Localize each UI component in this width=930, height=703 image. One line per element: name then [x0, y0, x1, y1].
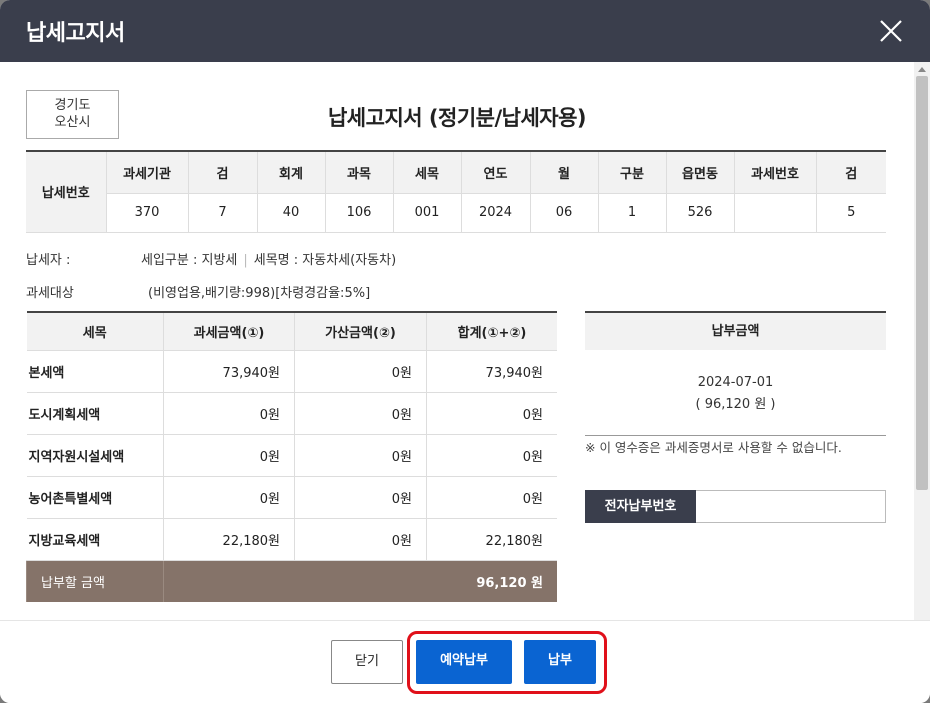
- sum-amount: 0원: [426, 392, 557, 435]
- header-base-amount: 과세금액(①): [163, 312, 295, 351]
- payment-amount-panel: 납부금액 2024-07-01 ( 96,120 원 ): [585, 311, 886, 436]
- separator: |: [243, 253, 248, 268]
- value-account: 40: [256, 193, 325, 233]
- tax-number-value-row: 370 7 40 106 001 2024 06 1 526 5: [26, 193, 886, 233]
- base-amount: 0원: [163, 476, 295, 519]
- close-icon[interactable]: [876, 16, 906, 46]
- table-row: 지역자원시설세액 0원 0원 0원: [26, 434, 557, 477]
- tax-notice-modal: 납세고지서 경기도 오산시 납세고지서 (정기분/납세자용) 납세번호 과세기관…: [0, 0, 930, 703]
- value-tax-office: 370: [105, 193, 188, 233]
- value-category: 1: [597, 193, 666, 233]
- modal-title: 납세고지서: [26, 21, 125, 46]
- vertical-scrollbar[interactable]: [914, 62, 930, 620]
- header-month: 월: [529, 151, 598, 194]
- modal-content: 경기도 오산시 납세고지서 (정기분/납세자용) 납세번호 과세기관 검 회계 …: [0, 62, 914, 620]
- modal-header: 납세고지서: [0, 0, 930, 62]
- target-label: 과세대상: [26, 286, 74, 301]
- header-tax-item: 세목: [392, 151, 461, 194]
- taxpayer-label: 납세자 :: [26, 253, 71, 268]
- extra-amount: 0원: [294, 350, 427, 393]
- base-amount: 0원: [163, 392, 295, 435]
- amount-header-row: 세목 과세금액(①) 가산금액(②) 합계(①+②): [26, 312, 557, 351]
- base-amount: 73,940원: [163, 350, 295, 393]
- header-subject: 과목: [324, 151, 393, 194]
- value-tax-item: 001: [392, 193, 461, 233]
- tax-number-header-row: 납세번호 과세기관 검 회계 과목 세목 연도 월 구분 읍면동 과세번호 검: [26, 151, 886, 233]
- table-row: 농어촌특별세액 0원 0원 0원: [26, 476, 557, 519]
- sum-amount: 73,940원: [426, 350, 557, 393]
- extra-amount: 0원: [294, 392, 427, 435]
- sum-amount: 22,180원: [426, 518, 557, 561]
- header-tax-id: 과세번호: [733, 151, 816, 194]
- tax-number-label: 납세번호: [26, 151, 106, 233]
- value-month: 06: [529, 193, 598, 233]
- sum-amount: 0원: [426, 434, 557, 477]
- header-category: 구분: [597, 151, 666, 194]
- header-extra-amount: 가산금액(②): [294, 312, 427, 351]
- tax-name: 지역자원시설세액: [26, 434, 164, 477]
- extra-amount: 0원: [294, 518, 427, 561]
- header-check-1: 검: [187, 151, 257, 194]
- header-district: 읍면동: [665, 151, 734, 194]
- table-row: 본세액 73,940원 0원 73,940원: [26, 350, 557, 393]
- base-amount: 22,180원: [163, 518, 295, 561]
- sum-amount: 0원: [426, 476, 557, 519]
- payment-amount-header: 납부금액: [585, 311, 886, 350]
- value-district: 526: [665, 193, 734, 233]
- value-year: 2024: [460, 193, 530, 233]
- table-row: 도시계획세액 0원 0원 0원: [26, 392, 557, 435]
- epay-label: 전자납부번호: [585, 490, 696, 523]
- header-check-2: 검: [815, 151, 886, 194]
- value-check-1: 7: [187, 193, 257, 233]
- total-row: 납부할 금액 96,120 원: [26, 560, 557, 602]
- receipt-notice: ※ 이 영수증은 과세증명서로 사용할 수 없습니다.: [585, 440, 842, 455]
- tax-name: 도시계획세액: [26, 392, 164, 435]
- pay-button[interactable]: 납부: [524, 640, 596, 684]
- due-date: 2024-07-01: [697, 375, 774, 390]
- header-sum: 합계(①+②): [426, 312, 557, 351]
- document-title: 납세고지서 (정기분/납세자용): [327, 106, 587, 130]
- base-amount: 0원: [163, 434, 295, 477]
- tax-name: 본세액: [26, 350, 164, 393]
- tax-number-table: 납세번호 과세기관 검 회계 과목 세목 연도 월 구분 읍면동 과세번호 검 …: [26, 150, 886, 233]
- extra-amount: 0원: [294, 434, 427, 477]
- total-label: 납부할 금액: [26, 560, 164, 602]
- header-tax-office: 과세기관: [105, 151, 188, 194]
- scroll-thumb[interactable]: [916, 76, 928, 490]
- taxpayer-info: 세입구분 : 지방세 | 세목명 : 자동차세(자동차): [141, 249, 396, 268]
- electronic-payment-number: 전자납부번호: [585, 490, 886, 523]
- table-row: 지방교육세액 22,180원 0원 22,180원: [26, 518, 557, 561]
- modal-footer: 닫기 예약납부 납부: [0, 620, 930, 703]
- value-check-2: 5: [815, 193, 886, 233]
- payment-amount-body: 2024-07-01 ( 96,120 원 ): [585, 350, 886, 436]
- tax-item-name: 세목명 : 자동차세(자동차): [253, 253, 397, 268]
- close-button[interactable]: 닫기: [331, 640, 403, 684]
- value-subject: 106: [324, 193, 393, 233]
- header-tax-name: 세목: [26, 312, 164, 351]
- total-value: 96,120 원: [163, 560, 557, 602]
- reserve-payment-button[interactable]: 예약납부: [416, 640, 512, 684]
- scroll-up-icon[interactable]: [918, 67, 926, 72]
- extra-amount: 0원: [294, 476, 427, 519]
- due-amount: ( 96,120 원 ): [695, 397, 776, 412]
- value-tax-id: [733, 193, 816, 233]
- tax-name: 농어촌특별세액: [26, 476, 164, 519]
- income-type: 세입구분 : 지방세: [141, 253, 238, 268]
- tax-name: 지방교육세액: [26, 518, 164, 561]
- target-value: (비영업용,배기량:998)[차령경감율:5%]: [148, 286, 371, 301]
- amount-table: 세목 과세금액(①) 가산금액(②) 합계(①+②) 본세액 73,940원 0…: [26, 311, 557, 602]
- header-year: 연도: [460, 151, 530, 194]
- header-account: 회계: [256, 151, 325, 194]
